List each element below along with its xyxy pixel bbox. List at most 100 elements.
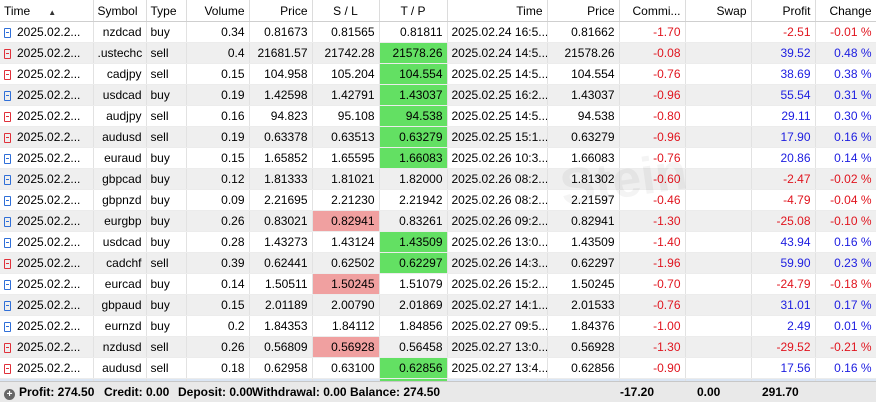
table-row[interactable]: 2025.02.2... audusd sell 0.18 0.62958 0.63100…: [0, 357, 876, 379]
cell-volume-text: 0.16: [221, 109, 245, 123]
cell-swap: [685, 42, 752, 64]
table-row[interactable]: 2025.02.2... gbpaud buy 0.15 2.01189 2.00790 2…: [0, 294, 876, 316]
col-header-price[interactable]: Price: [249, 0, 313, 22]
cell-price-text: 94.823: [270, 109, 308, 123]
cell-volume: 0.15: [186, 63, 250, 85]
col-header-time[interactable]: Time ▲: [0, 0, 94, 22]
table-row[interactable]: 2025.02.2... gbpnzd buy 0.09 2.21695 2.21230 2…: [0, 189, 876, 211]
table-row[interactable]: 2025.02.2... usdcad buy 0.28 1.43273 1.43124 1…: [0, 231, 876, 253]
cell-volume: 0.09: [186, 189, 250, 211]
cell-time-text: 2025.02.2...: [17, 172, 81, 186]
table-row[interactable]: 2025.02.2... eurnzd buy 0.2 1.84353 1.84112 1.…: [0, 315, 876, 337]
cell-sl-text: 0.62502: [331, 256, 375, 270]
table-row[interactable]: 2025.02.2... eurcad buy 0.14 1.50511 1.50245 1…: [0, 273, 876, 295]
col-header-sl[interactable]: S / L: [312, 0, 380, 22]
cell-type: sell: [146, 252, 187, 274]
cell-close-time-text: 2025.02.26 14:3...: [451, 256, 547, 270]
cell-close-price: 0.82941: [547, 210, 620, 232]
cell-symbol: audusd: [93, 126, 147, 148]
cell-close-price: 104.554: [547, 63, 620, 85]
sell-order-icon: [4, 343, 11, 353]
cell-price: 0.62958: [249, 357, 313, 379]
cell-close-price: 0.62297: [547, 252, 620, 274]
cell-close-time-text: 2025.02.24 16:5...: [451, 25, 547, 39]
cell-price: 104.958: [249, 63, 313, 85]
col-header-tp[interactable]: T / P: [379, 0, 448, 22]
table-row[interactable]: 2025.02.2... eurgbp buy 0.26 0.83021 0.82941 0…: [0, 210, 876, 232]
col-header-change[interactable]: Change: [815, 0, 876, 22]
cell-tp: 104.554: [379, 63, 448, 85]
cell-close-time-text: 2025.02.26 10:3...: [451, 151, 547, 165]
cell-symbol-text: nzdusd: [102, 340, 142, 354]
col-header-close-price[interactable]: Price: [547, 0, 620, 22]
col-header-type[interactable]: Type: [146, 0, 187, 22]
cell-symbol-text: eurgbp: [104, 214, 142, 228]
cell-profit: 17.56: [751, 357, 816, 379]
cell-symbol: eurgbp: [93, 210, 147, 232]
cell-type: sell: [146, 42, 187, 64]
cell-close-price-text: 1.50245: [571, 277, 615, 291]
cell-tp-text: 0.62297: [399, 256, 443, 270]
cell-profit: 38.69: [751, 63, 816, 85]
table-row[interactable]: 2025.02.2... gbpcad buy 0.12 1.81333 1.81021 1…: [0, 168, 876, 190]
cell-sl: 1.65595: [312, 147, 380, 169]
table-row[interactable]: 2025.02.2... usdcad buy 0.19 1.42598 1.42791 1…: [0, 84, 876, 106]
table-row[interactable]: 2025.02.2... nzdusd sell 0.26 0.56809 0.56928…: [0, 336, 876, 358]
cell-commission: -0.70: [619, 273, 686, 295]
table-row[interactable]: 2025.02.2... nzdcad buy 0.34 0.81673 0.81565 0…: [0, 21, 876, 43]
cell-price: 0.81673: [249, 21, 313, 43]
table-row[interactable]: 2025.02.2... cadchf sell 0.39 0.62441 0.62502…: [0, 252, 876, 274]
cell-type: buy: [146, 210, 187, 232]
cell-volume: 0.15: [186, 294, 250, 316]
cell-close-time-text: 2025.02.26 08:2...: [451, 193, 547, 207]
cell-close-price: 2.21597: [547, 189, 620, 211]
cell-tp-text: 0.83261: [399, 214, 443, 228]
cell-profit: -29.52: [751, 336, 816, 358]
cell-change-text: 0.16 %: [834, 130, 872, 144]
cell-profit-text: -2.47: [783, 172, 811, 186]
col-header-swap[interactable]: Swap: [685, 0, 752, 22]
table-row[interactable]: 2025.02.2... cadjpy sell 0.15 104.958 105.204…: [0, 63, 876, 85]
col-header-volume[interactable]: Volume: [186, 0, 250, 22]
cell-change: 0.48 %: [815, 42, 876, 64]
cell-swap: [685, 357, 752, 379]
col-header-commission[interactable]: Commi...: [619, 0, 686, 22]
cell-sl: 0.56928: [312, 336, 380, 358]
col-header-profit[interactable]: Profit: [751, 0, 816, 22]
table-row[interactable]: 2025.02.2... audusd sell 0.19 0.63378 0.63513…: [0, 126, 876, 148]
cell-symbol: nzdcad: [93, 21, 147, 43]
cell-change: -0.01 %: [815, 21, 876, 43]
expand-plus-icon[interactable]: +: [4, 389, 15, 400]
summary-totals: + Profit: 274.50: [4, 385, 94, 400]
cell-close-time: 2025.02.24 16:5...: [447, 21, 548, 43]
cell-symbol: usdcad: [93, 231, 147, 253]
cell-commission: -0.76: [619, 147, 686, 169]
cell-time: 2025.02.2...: [0, 84, 94, 106]
cell-sl-text: 0.63513: [331, 130, 375, 144]
col-header-close-time[interactable]: Time: [447, 0, 548, 22]
table-row[interactable]: 2025.02.2... audjpy sell 0.16 94.823 95.108 94…: [0, 105, 876, 127]
cell-commission-text: -0.08: [653, 46, 681, 60]
cell-close-price-text: 0.62856: [571, 361, 615, 375]
table-row[interactable]: 2025.02.2... .ustechc sell 0.4 21681.57 21742…: [0, 42, 876, 64]
cell-profit-text: 17.56: [780, 361, 811, 375]
cell-volume: 0.4: [186, 42, 250, 64]
trade-history-table: Time ▲ Symbol Type Volume Price S / L T /…: [0, 0, 876, 400]
cell-commission-text: -0.80: [653, 109, 681, 123]
cell-symbol: eurnzd: [93, 315, 147, 337]
cell-change: -0.10 %: [815, 210, 876, 232]
cell-type: buy: [146, 273, 187, 295]
cell-type-text: sell: [150, 340, 169, 354]
cell-time-text: 2025.02.2...: [17, 361, 81, 375]
cell-tp-text: 1.66083: [399, 151, 443, 165]
cell-symbol-text: eurnzd: [104, 319, 142, 333]
table-row[interactable]: 2025.02.2... euraud buy 0.15 1.65852 1.65595 1…: [0, 147, 876, 169]
cell-price-text: 2.01189: [265, 298, 308, 312]
cell-type: buy: [146, 147, 187, 169]
cell-profit: 29.11: [751, 105, 816, 127]
cell-profit-text: 39.52: [780, 46, 811, 60]
col-header-symbol[interactable]: Symbol: [93, 0, 147, 22]
cell-time: 2025.02.2...: [0, 189, 94, 211]
cell-price-text: 1.65852: [264, 151, 308, 165]
cell-volume-text: 0.15: [221, 67, 245, 81]
